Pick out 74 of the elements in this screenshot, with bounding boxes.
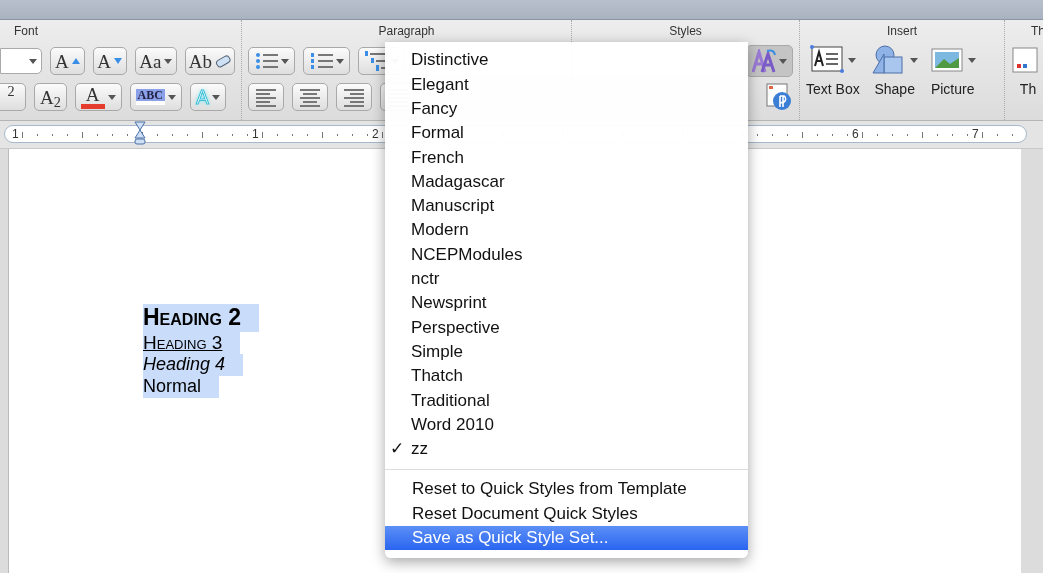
dropdown-caret-icon[interactable] — [167, 94, 176, 100]
shape-icon — [871, 44, 906, 76]
dropdown-caret-icon[interactable] — [281, 58, 289, 64]
heading-text: Heading 3 — [143, 331, 241, 355]
ruler-number: 7 — [972, 127, 979, 141]
menu-item[interactable]: Reset to Quick Styles from Template — [385, 477, 748, 502]
dropdown-caret-icon[interactable] — [107, 94, 116, 100]
highlight-button[interactable]: ABC — [129, 83, 182, 111]
shape-button[interactable]: Shape — [871, 44, 918, 100]
menu-item[interactable]: Distinctive — [385, 48, 748, 73]
superscript-button[interactable]: 2 — [0, 83, 26, 111]
dropdown-caret-icon[interactable] — [211, 94, 220, 100]
numbered-list-icon — [309, 50, 333, 72]
eraser-icon — [215, 54, 232, 68]
text-box-icon — [809, 44, 844, 76]
menu-item[interactable]: NCEPModules — [385, 242, 748, 267]
align-center-button[interactable] — [292, 83, 328, 111]
bullets-button[interactable] — [248, 47, 295, 75]
menu-item[interactable]: Traditional — [385, 388, 748, 413]
body-text: Normal — [143, 376, 219, 398]
indent-marker-icon — [134, 121, 146, 145]
clear-formatting-button[interactable]: Ab — [184, 47, 235, 75]
group-title: Font — [13, 23, 39, 40]
down-triangle-icon — [114, 58, 123, 64]
styles-pane-icon — [765, 83, 793, 111]
ruler-number: 1 — [12, 127, 19, 141]
align-right-button[interactable] — [336, 83, 372, 111]
checkmark-icon: ✓ — [390, 436, 411, 462]
shrink-font-button[interactable]: A — [92, 47, 127, 75]
group-title: Insert — [886, 23, 918, 40]
ruler-number: 2 — [372, 127, 379, 141]
group-title: Styles — [668, 23, 703, 40]
up-triangle-icon — [71, 58, 80, 64]
grow-font-button[interactable]: A — [50, 47, 85, 75]
ruler-number: 1 — [252, 127, 259, 141]
style-set-icon — [752, 49, 776, 73]
text-box-button[interactable]: Text Box — [806, 44, 860, 100]
menu-item[interactable]: Madagascar — [385, 169, 748, 194]
group-title: Paragraph — [377, 23, 436, 40]
menu-item[interactable]: Reset Document Quick Styles — [385, 501, 748, 526]
change-case-button[interactable]: Aa — [134, 47, 177, 75]
font-color-button[interactable]: A — [74, 83, 122, 111]
menu-item[interactable]: Save as Quick Style Set... — [385, 525, 748, 550]
ruler-number: 6 — [852, 127, 859, 141]
dropdown-caret-icon[interactable] — [164, 58, 173, 64]
bullets-icon — [254, 50, 278, 72]
subscript-button[interactable]: A$_{2}$ — [34, 83, 67, 111]
menu-item[interactable]: Thatch — [385, 363, 748, 389]
font-size-field[interactable] — [0, 48, 43, 74]
heading-text: Heading 4 — [143, 354, 244, 376]
menu-item[interactable]: Fancy — [385, 96, 748, 121]
menu-item[interactable]: ✓ zz — [385, 436, 748, 462]
menu-item[interactable]: nctr — [385, 266, 748, 291]
numbered-list-button[interactable] — [303, 47, 350, 75]
menu-item[interactable]: Newsprint — [385, 290, 748, 316]
style-set-button[interactable] — [746, 45, 793, 77]
dropdown-caret-icon[interactable] — [336, 58, 344, 64]
themes-button[interactable]: Th — [1011, 44, 1043, 100]
dropdown-caret-icon[interactable] — [29, 58, 38, 64]
menu-item[interactable]: Perspective — [385, 315, 748, 340]
menu-item[interactable]: Word 2010 — [385, 412, 748, 437]
align-right-icon — [342, 86, 366, 108]
align-left-icon — [254, 86, 278, 108]
menu-item[interactable]: Simple — [385, 339, 748, 364]
align-left-button[interactable] — [248, 83, 284, 111]
menu-item[interactable]: Elegant — [385, 72, 748, 97]
menu-item[interactable]: French — [385, 145, 748, 170]
picture-button[interactable]: Picture — [929, 44, 976, 100]
align-center-icon — [298, 86, 322, 108]
menu-item[interactable]: Modern — [385, 218, 748, 243]
heading-text: Heading 2 — [143, 304, 260, 332]
dropdown-caret-icon[interactable] — [779, 58, 787, 64]
menu-item[interactable]: Manuscript — [385, 193, 748, 219]
menu-item[interactable]: Formal — [385, 120, 748, 146]
